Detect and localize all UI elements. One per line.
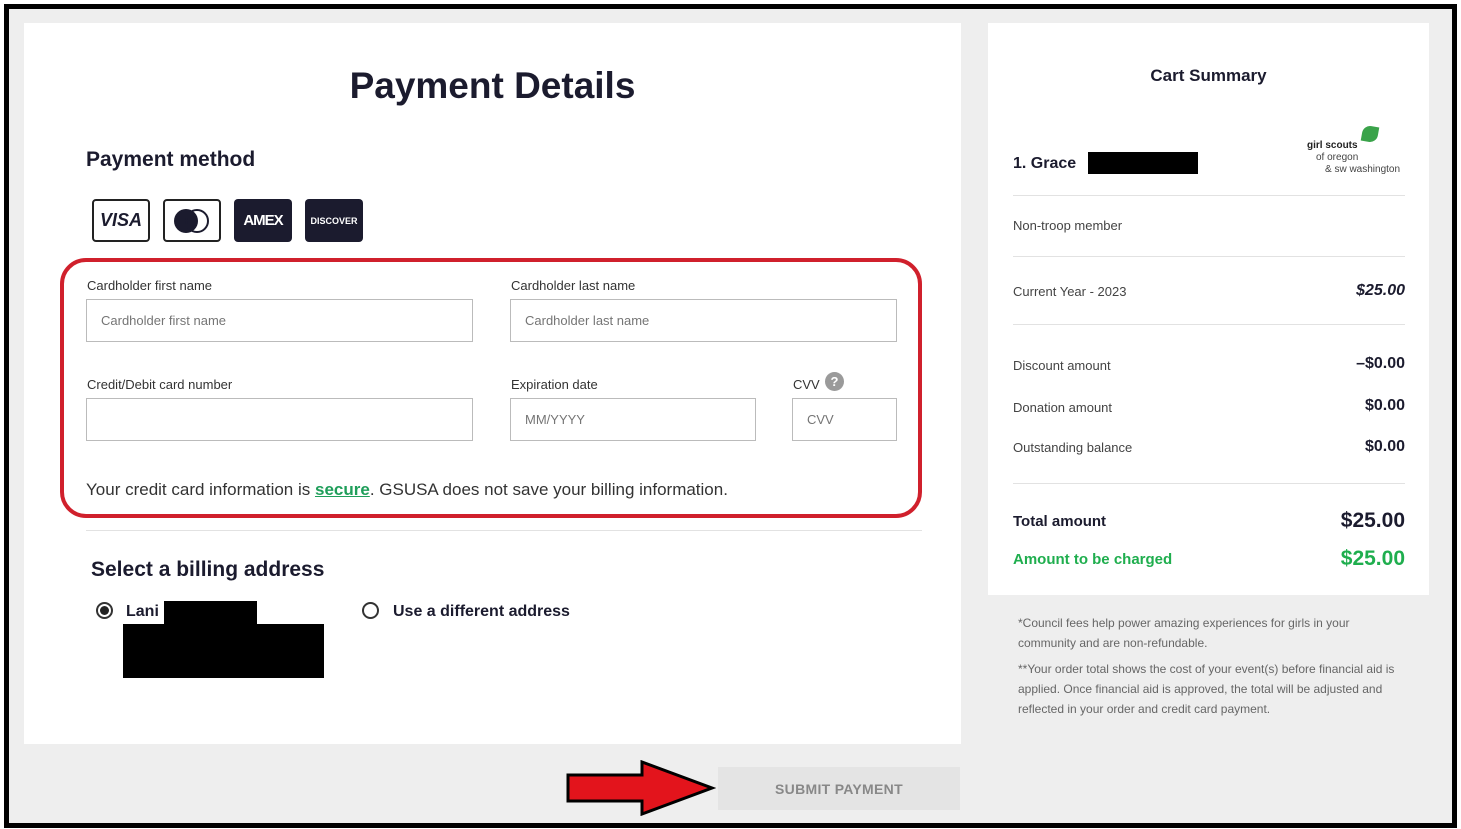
line-value: $25.00 [1356, 282, 1405, 299]
line-label: Donation amount [1013, 400, 1113, 415]
page-title: Payment Details [349, 65, 636, 106]
total-label: Total amount [1013, 513, 1107, 530]
billing-radio-different[interactable] [362, 602, 379, 619]
total-value: $25.00 [1340, 509, 1405, 532]
line-value: $0.00 [1364, 438, 1405, 455]
line-label: Current Year - 2023 [1013, 284, 1127, 299]
secure-note-prefix: Your credit card information is [86, 480, 315, 499]
cvv-label: CVV [793, 377, 820, 392]
girl-scouts-logo: girl scouts of oregon & sw washington [1288, 123, 1408, 183]
card-number-label: Credit/Debit card number [87, 377, 233, 392]
logo-line-3: & sw washington [1325, 164, 1401, 175]
card-number-input[interactable] [86, 398, 473, 441]
amex-icon: AMEX [234, 199, 292, 242]
cvv-input[interactable] [792, 398, 897, 441]
member-type: Non-troop member [1013, 218, 1123, 233]
expiration-input[interactable] [510, 398, 756, 441]
visa-icon: VISA [92, 199, 150, 242]
secure-note-suffix: . GSUSA does not save your billing infor… [369, 480, 728, 499]
line-value: $0.00 [1364, 397, 1405, 414]
line-label: Discount amount [1013, 358, 1111, 373]
last-name-label: Cardholder last name [511, 278, 636, 293]
billing-radio-saved[interactable] [96, 602, 113, 619]
divider [1013, 195, 1405, 196]
payment-method-heading: Payment method [86, 148, 256, 171]
secure-link[interactable]: secure [315, 480, 370, 499]
trefoil-leaf-icon [1360, 124, 1380, 144]
submit-payment-button[interactable]: SUBMIT PAYMENT [718, 767, 960, 810]
first-name-input[interactable] [86, 299, 473, 342]
divider [1013, 256, 1405, 257]
cart-item-name: 1. Grace [1013, 155, 1077, 172]
redaction [1088, 152, 1198, 174]
line-value: –$0.00 [1356, 355, 1405, 372]
last-name-input[interactable] [510, 299, 897, 342]
divider [1013, 324, 1405, 325]
line-label: Outstanding balance [1013, 440, 1133, 455]
question-circle-icon[interactable]: ? [825, 372, 844, 391]
billing-option-different-label[interactable]: Use a different address [393, 603, 570, 621]
divider [1013, 483, 1405, 484]
charged-value: $25.00 [1340, 547, 1405, 570]
mastercard-icon [163, 199, 221, 242]
divider [86, 530, 922, 531]
billing-option-saved-label: Lani [126, 603, 159, 620]
expiration-label: Expiration date [511, 377, 598, 392]
logo-line-1: girl scouts [1307, 140, 1358, 151]
charged-label: Amount to be charged [1013, 551, 1173, 568]
cart-summary-panel: Cart Summary 1. Grace girl scouts of ore… [988, 23, 1429, 595]
secure-note: Your credit card information is secure. … [86, 480, 728, 500]
payment-panel: Payment Details Payment method VISA AMEX… [24, 23, 961, 744]
logo-line-2: of oregon [1316, 152, 1359, 163]
redaction [123, 624, 324, 678]
footnote-council-fees: *Council fees help power amazing experie… [1018, 616, 1350, 650]
first-name-label: Cardholder first name [87, 278, 212, 293]
billing-heading: Select a billing address [91, 558, 325, 581]
red-arrow-annotation [566, 760, 716, 816]
discover-icon: DISCOVER [305, 199, 363, 242]
cart-title: Cart Summary [1150, 66, 1267, 85]
redaction [164, 601, 257, 625]
footnote-order-total: **Your order total shows the cost of you… [1018, 662, 1395, 716]
